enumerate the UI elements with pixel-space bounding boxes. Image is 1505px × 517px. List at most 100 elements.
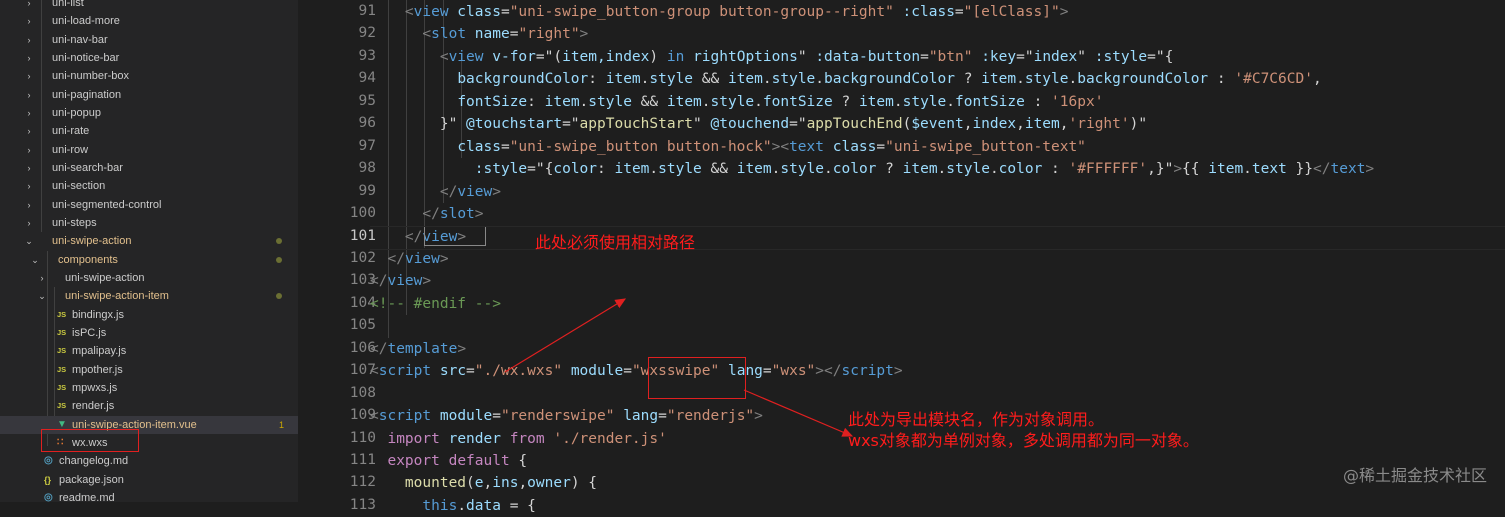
chevron-right-icon[interactable]: › [24,104,34,122]
code-token: . [701,93,711,110]
code-line[interactable]: <!-- #endif --> [370,293,501,315]
code-line[interactable]: <view v-for="(item,index) in rightOption… [370,46,1173,68]
file-item[interactable]: JS mpalipay.js [0,342,298,360]
file-explorer: › uni-list › uni-load-more › uni-nav-bar › uni-… [0,0,298,502]
chevron-right-icon[interactable]: › [24,141,34,159]
folder-item[interactable]: ⌄ uni-swipe-action [0,232,298,250]
folder-item[interactable]: › uni-row [0,141,298,159]
code-line[interactable]: <script module="renderswipe" lang="rende… [370,405,763,427]
tree-item-label: uni-load-more [52,15,120,27]
code-line[interactable]: mounted(e,ins,owner) { [370,472,597,494]
folder-item[interactable]: › uni-swipe-action [0,269,298,287]
folder-item[interactable]: › uni-pagination [0,86,298,104]
folder-item[interactable]: › uni-notice-bar [0,49,298,67]
folder-item[interactable]: › uni-section [0,177,298,195]
code-token: && [701,161,737,178]
code-token: item,index [562,48,650,65]
file-item[interactable]: JS mpwxs.js [0,379,298,397]
code-token: , [1312,71,1322,88]
code-token: index [972,116,1017,133]
code-token: = [500,138,510,155]
chevron-down-icon[interactable]: ⌄ [24,232,34,250]
folder-item[interactable]: › uni-search-bar [0,159,298,177]
code-line[interactable]: <slot name="right"> [370,23,588,45]
code-token: render [439,430,510,447]
modified-dot [276,293,282,299]
folder-item[interactable]: › uni-nav-bar [0,31,298,49]
code-line[interactable]: fontSize: item.style && item.style.fontS… [370,91,1103,113]
code-token: "[elClass]" [963,4,1060,20]
chevron-right-icon[interactable]: › [24,67,34,85]
chevron-right-icon[interactable]: › [24,122,34,140]
code-line[interactable]: }" @touchstart="appTouchStart" @touchend… [370,113,1147,135]
chevron-right-icon[interactable]: › [24,31,34,49]
chevron-right-icon[interactable]: › [24,214,34,232]
chevron-right-icon[interactable]: › [37,269,47,287]
code-line[interactable]: <script src="./wx.wxs" module="wxsswipe"… [370,360,903,382]
tree-item-label: render.js [72,400,115,412]
code-token: > [457,340,467,357]
folder-item[interactable]: › uni-number-box [0,67,298,85]
code-token: slot [439,206,475,223]
code-token: mounted [404,475,467,492]
code-token: = [876,138,886,155]
folder-item[interactable]: › uni-load-more [0,12,298,30]
chevron-down-icon[interactable]: ⌄ [30,251,40,269]
code-line[interactable]: export default { [370,450,527,472]
code-line[interactable]: backgroundColor: item.style && item.styl… [370,68,1322,90]
file-item[interactable]: JS render.js [0,397,298,415]
code-token: script [841,363,894,380]
code-line[interactable]: </view> [370,248,448,270]
code-token: = [658,408,667,425]
chevron-right-icon[interactable]: › [24,177,34,195]
code-token: this [422,497,458,514]
folder-item[interactable]: › uni-popup [0,104,298,122]
folder-item[interactable]: › uni-rate [0,122,298,140]
code-token: './render.js' [553,430,667,447]
code-line[interactable]: </slot> [370,203,483,225]
file-item[interactable]: ◎ changelog.md [0,452,298,470]
file-item[interactable]: ◎ readme.md [0,489,298,502]
code-token: $event [911,116,964,133]
folder-item[interactable]: ⌄ uni-swipe-action-item [0,287,298,305]
code-token: '16px' [1051,93,1104,110]
code-token: . [649,161,659,178]
chevron-right-icon[interactable]: › [24,0,34,12]
code-token: }} [1286,161,1314,178]
code-line[interactable]: import render from './render.js' [370,428,667,450]
chevron-right-icon[interactable]: › [24,196,34,214]
file-item[interactable]: {} package.json [0,471,298,489]
tree-item-label: uni-steps [52,217,97,229]
code-token: =" [562,116,580,133]
code-token: @touchstart [466,116,563,133]
code-line[interactable]: :style="{color: item.style && item.style… [370,158,1374,180]
code-line[interactable]: <view class="uni-swipe_button-group butt… [370,1,1069,23]
file-item[interactable]: JS bindingx.js [0,306,298,324]
code-line[interactable]: </view> [370,181,501,203]
code-token: > [893,363,903,380]
code-line[interactable]: </template> [370,338,466,360]
line-number: 106 [349,339,376,356]
line-number: 99 [358,182,376,199]
chevron-right-icon[interactable]: › [24,49,34,67]
folder-item[interactable]: › uni-steps [0,214,298,232]
folder-item[interactable]: › uni-segmented-control [0,196,298,214]
chevron-right-icon[interactable]: › [24,86,34,104]
code-line[interactable]: this.data = { [370,495,536,517]
chevron-down-icon[interactable]: ⌄ [37,287,47,305]
code-token: : [1024,93,1052,110]
code-token: ,}" [1147,161,1174,178]
folder-item[interactable]: ⌄ components [0,251,298,269]
code-line[interactable]: class="uni-swipe_button button-hock"><te… [370,136,1086,158]
file-item[interactable]: JS isPC.js [0,324,298,342]
code-line[interactable]: </view> [370,270,431,292]
folder-item[interactable]: › uni-list [0,0,298,12]
file-item[interactable]: JS mpother.js [0,361,298,379]
code-token: fontSize [457,93,528,110]
chevron-right-icon[interactable]: › [24,12,34,30]
code-token: v-for [483,48,536,65]
chevron-right-icon[interactable]: › [24,159,34,177]
code-token: : [1042,161,1069,178]
